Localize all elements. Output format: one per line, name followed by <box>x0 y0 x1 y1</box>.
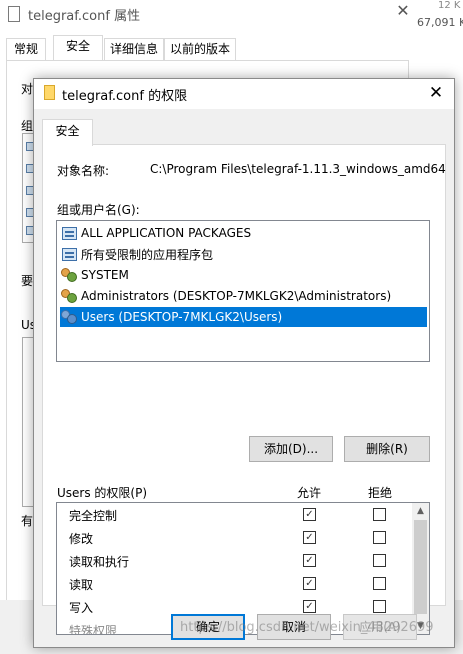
remove-button[interactable]: 删除(R) <box>344 436 430 462</box>
package-icon <box>62 247 77 261</box>
tab-details[interactable]: 详细信息 <box>104 38 164 60</box>
deny-column-header: 拒绝 <box>368 486 393 500</box>
deny-checkbox[interactable] <box>373 554 386 567</box>
ok-button[interactable]: 确定 <box>171 614 245 640</box>
object-label: 对 <box>21 82 34 96</box>
tab-previous-versions[interactable]: 以前的版本 <box>164 38 236 60</box>
user-item-selected[interactable]: Users (DESKTOP-7MKLGK2\Users) <box>60 307 427 327</box>
user-item[interactable]: ALL APPLICATION PACKAGES <box>60 223 427 243</box>
scrollbar-thumb[interactable] <box>414 520 427 614</box>
permission-name: 修改 <box>69 532 94 546</box>
user-name: Administrators (DESKTOP-7MKLGK2\Administ… <box>81 289 392 303</box>
permissions-dialog: telegraf.conf 的权限 ✕ 安全 对象名称: C:\Program … <box>33 78 455 648</box>
object-name-label: 对象名称: <box>57 164 110 178</box>
user-item[interactable]: 所有受限制的应用程序包 <box>60 244 427 264</box>
allow-column-header: 允许 <box>297 486 322 500</box>
allow-checkbox[interactable]: ✓ <box>303 508 316 521</box>
group-label: 组 <box>21 119 34 133</box>
tab-general[interactable]: 常规 <box>6 38 46 60</box>
scroll-up-icon[interactable]: ▲ <box>412 503 429 519</box>
security-panel: 对象名称: C:\Program Files\telegraf-1.11.3_w… <box>42 144 446 635</box>
permission-name: 完全控制 <box>69 509 118 523</box>
permission-name: 读取 <box>69 578 94 592</box>
apply-button[interactable]: 应用(A) <box>343 614 417 640</box>
permission-name: 读取和执行 <box>69 555 130 569</box>
permission-row: 读取和执行 ✓ <box>57 549 412 572</box>
close-icon[interactable]: ✕ <box>393 1 413 23</box>
user-name: ALL APPLICATION PACKAGES <box>81 226 252 240</box>
permission-row: 修改 ✓ <box>57 526 412 549</box>
permission-name: 特殊权限 <box>69 624 118 635</box>
behind-window-size-text: 12 K <box>438 0 461 11</box>
deny-checkbox[interactable] <box>373 508 386 521</box>
behind-window-size-text: 67,091 K <box>417 16 463 29</box>
users-icon <box>62 268 77 282</box>
permission-row: 读取 ✓ <box>57 572 412 595</box>
properties-window-title: telegraf.conf 属性 <box>28 9 141 24</box>
cancel-button[interactable]: 取消 <box>257 614 331 640</box>
user-item[interactable]: SYSTEM <box>60 265 427 285</box>
deny-checkbox[interactable] <box>373 600 386 613</box>
permissions-label: Users 的权限(P) <box>57 486 148 500</box>
deny-checkbox[interactable] <box>373 577 386 590</box>
user-list[interactable]: ALL APPLICATION PACKAGES 所有受限制的应用程序包 SYS… <box>56 220 430 362</box>
user-name: SYSTEM <box>81 268 129 282</box>
properties-titlebar: telegraf.conf 属性 ✕ 12 K 67,091 K <box>0 0 463 30</box>
allow-checkbox[interactable]: ✓ <box>303 600 316 613</box>
file-icon <box>8 6 20 22</box>
advanced-label: 有 <box>21 514 34 528</box>
tab-security[interactable]: 安全 <box>53 35 103 61</box>
users-icon <box>62 289 77 303</box>
permission-row: 完全控制 ✓ <box>57 503 412 526</box>
package-icon <box>62 226 77 240</box>
allow-checkbox[interactable]: ✓ <box>303 554 316 567</box>
file-icon <box>44 85 55 100</box>
close-icon[interactable]: ✕ <box>424 82 448 104</box>
permission-name: 写入 <box>69 601 94 615</box>
user-item[interactable]: Administrators (DESKTOP-7MKLGK2\Administ… <box>60 286 427 306</box>
object-name-value: C:\Program Files\telegraf-1.11.3_windows… <box>150 162 446 176</box>
groups-label: 组或用户名(G): <box>57 203 140 217</box>
user-name: Users (DESKTOP-7MKLGK2\Users) <box>81 310 283 324</box>
user-name: 所有受限制的应用程序包 <box>81 247 214 262</box>
add-button[interactable]: 添加(D)... <box>249 436 333 462</box>
change-permissions-label: 要 <box>21 274 34 288</box>
allow-checkbox[interactable]: ✓ <box>303 531 316 544</box>
deny-checkbox[interactable] <box>373 531 386 544</box>
dialog-title: telegraf.conf 的权限 <box>62 89 188 104</box>
allow-checkbox[interactable]: ✓ <box>303 577 316 590</box>
tab-security[interactable]: 安全 <box>42 119 93 146</box>
dialog-titlebar: telegraf.conf 的权限 ✕ <box>34 79 454 109</box>
users-icon <box>62 310 77 324</box>
properties-tabs: 常规 安全 详细信息 以前的版本 <box>6 35 416 62</box>
